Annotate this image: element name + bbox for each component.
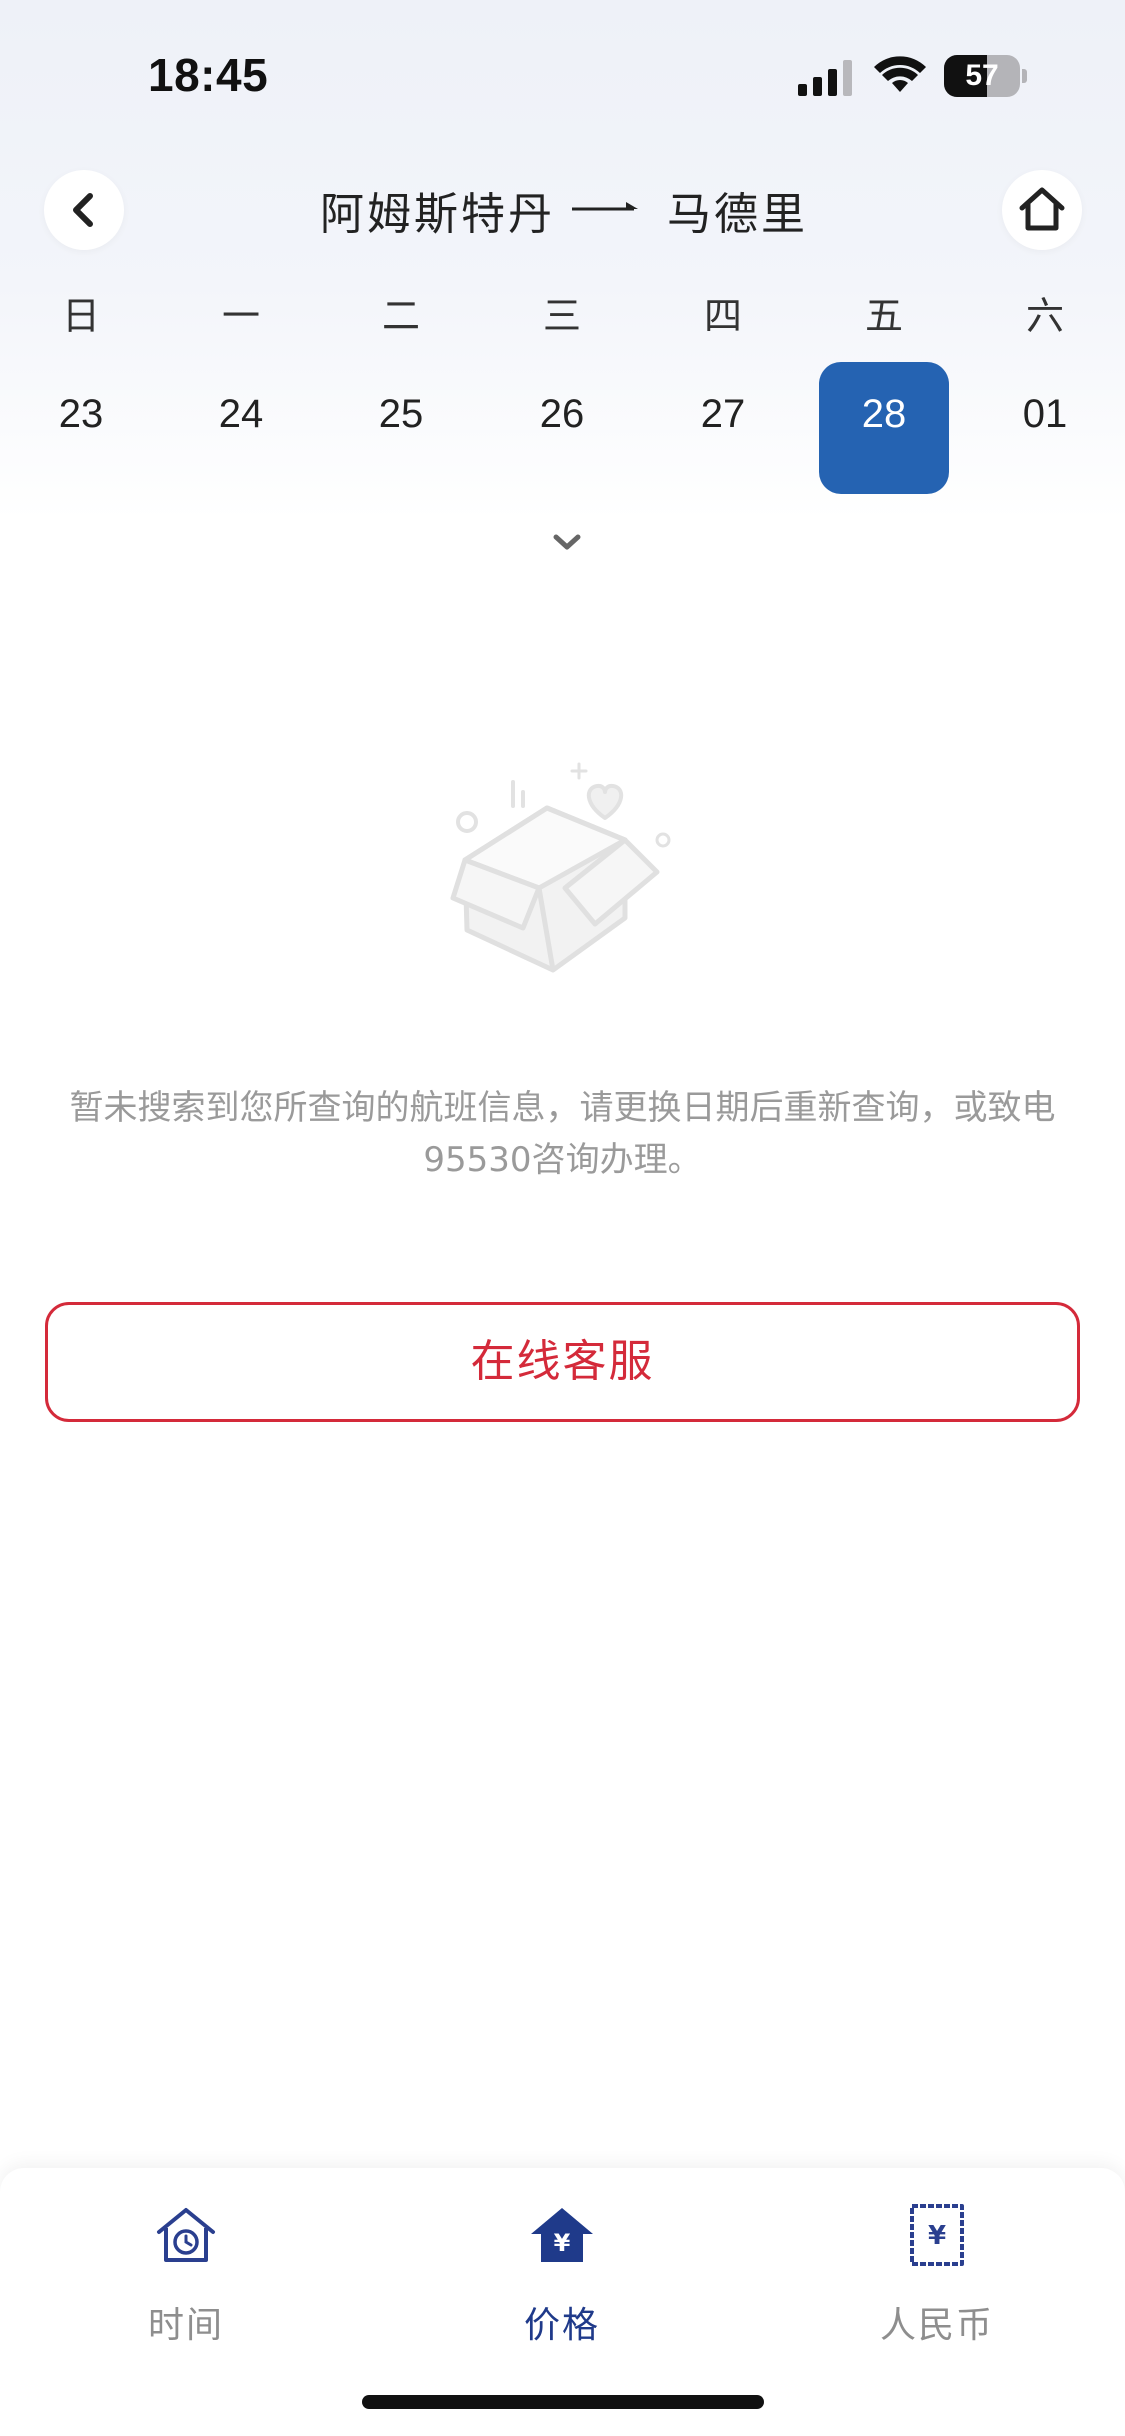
empty-message: 暂未搜索到您所查询的航班信息，请更换日期后重新查询，或致电95530咨询办理。	[69, 1088, 1056, 1180]
chevron-down-icon[interactable]	[548, 528, 586, 556]
weekday-header: 日 一 二 三 四 五 六	[0, 285, 1125, 338]
empty-box-icon	[450, 762, 671, 973]
clock-house-icon	[157, 2208, 215, 2262]
arrow-right-icon	[572, 202, 638, 211]
home-indicator	[362, 2395, 764, 2409]
yen-house-icon: ¥	[531, 2208, 593, 2262]
weekday-label: 二	[381, 294, 420, 338]
tab-price[interactable]: ¥ 价格	[412, 2168, 712, 2368]
weekday-label: 六	[1025, 294, 1064, 338]
date-cell-selected[interactable]: 28	[819, 362, 949, 494]
wifi-icon	[874, 56, 926, 92]
tab-label: 人民币	[879, 2305, 994, 2346]
tab-rmb[interactable]: ¥ 人民币	[787, 2168, 1087, 2368]
home-button[interactable]	[1002, 170, 1082, 250]
weekday-label: 四	[703, 294, 742, 338]
date-strip: 23 24 25 26 27 28 01	[0, 362, 1125, 494]
tab-label: 时间	[147, 2305, 224, 2346]
date-cell[interactable]: 24	[176, 362, 306, 494]
signal-icon	[798, 60, 852, 96]
svg-text:¥: ¥	[554, 2229, 571, 2257]
online-service-button[interactable]: 在线客服	[45, 1302, 1080, 1422]
tab-time[interactable]: 时间	[36, 2168, 336, 2368]
weekday-label: 一	[221, 294, 260, 338]
battery-icon: 57	[944, 55, 1027, 97]
weekday-label: 日	[61, 294, 100, 338]
tab-label: 价格	[523, 2305, 600, 2346]
status-time: 18:45	[148, 49, 269, 101]
battery-level: 57	[965, 59, 999, 92]
route-title: 阿姆斯特丹 马德里	[0, 168, 1125, 248]
weekday-label: 三	[542, 294, 581, 338]
arrival-city: 马德里	[667, 189, 808, 240]
svg-text:¥: ¥	[928, 2221, 946, 2251]
date-cell[interactable]: 25	[336, 362, 466, 494]
yen-receipt-icon: ¥	[910, 2204, 964, 2266]
date-cell[interactable]: 23	[16, 362, 146, 494]
date-cell[interactable]: 26	[497, 362, 627, 494]
date-cell[interactable]: 27	[658, 362, 788, 494]
home-icon	[1019, 187, 1065, 231]
date-cell[interactable]: 01	[980, 362, 1110, 494]
weekday-label: 五	[864, 294, 903, 338]
status-bar: 18:45 57	[0, 0, 1125, 150]
departure-city: 阿姆斯特丹	[320, 189, 555, 240]
